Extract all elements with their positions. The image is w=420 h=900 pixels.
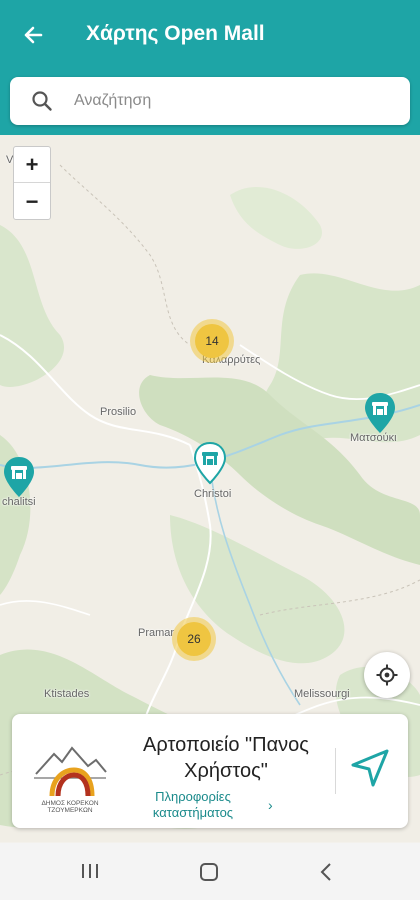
crosshair-icon	[376, 664, 398, 686]
marker-cluster[interactable]: 14	[190, 319, 234, 363]
app-bar: Χάρτης Open Mall	[0, 0, 420, 135]
map-label: Pramar	[138, 627, 175, 639]
zoom-out-button[interactable]: −	[14, 184, 50, 220]
logo-text: ΔΗΜΟΣ ΚΟΡΕΚΟΝ ΤΖΟΥΜΕΡΚΩΝ	[41, 800, 99, 815]
store-card[interactable]: ΔΗΜΟΣ ΚΟΡΕΚΟΝ ΤΖΟΥΜΕΡΚΩΝ Αρτοποιείο "Παν…	[12, 714, 408, 828]
search-icon	[32, 91, 52, 111]
store-pin-icon[interactable]	[362, 391, 398, 435]
back-chevron-icon[interactable]	[316, 861, 336, 883]
store-pin-icon[interactable]	[1, 455, 37, 499]
chevron-right-icon: ›	[268, 796, 273, 813]
store-name: Αρτοποιείο "Πανος Χρήστος"	[143, 734, 309, 782]
store-pin-icon[interactable]	[192, 441, 228, 485]
navigation-arrow-icon	[351, 749, 389, 787]
recent-apps-icon[interactable]	[78, 861, 102, 881]
municipality-logo: ΔΗΜΟΣ ΚΟΡΕΚΟΝ ΤΖΟΥΜΕΡΚΩΝ	[30, 734, 110, 814]
page-title: Χάρτης Open Mall	[86, 22, 265, 45]
navigate-button[interactable]	[346, 744, 394, 792]
map-label: Prosilio	[100, 406, 137, 418]
marker-cluster[interactable]: 26	[172, 617, 216, 661]
home-icon[interactable]	[198, 861, 220, 883]
map-label: Christoi	[194, 488, 232, 500]
map-label: Ktistades	[44, 688, 90, 700]
mountain-logo-icon	[34, 746, 107, 797]
search-input[interactable]	[74, 85, 394, 117]
zoom-in-button[interactable]: +	[14, 147, 50, 183]
cluster-count: 26	[177, 622, 211, 656]
store-info-label: Πληροφορίες καταστήματος	[152, 789, 234, 820]
cluster-count: 14	[195, 324, 229, 358]
zoom-control: + −	[13, 146, 51, 220]
system-nav-bar	[0, 843, 420, 900]
divider	[335, 748, 336, 794]
my-location-button[interactable]	[364, 652, 410, 698]
search-bar[interactable]	[10, 77, 410, 125]
store-info-link[interactable]: Πληροφορίες καταστήματος ›	[138, 789, 298, 820]
map-label: Melissourgi	[294, 688, 350, 700]
arrow-left-icon	[24, 26, 43, 44]
back-button[interactable]	[18, 20, 48, 50]
